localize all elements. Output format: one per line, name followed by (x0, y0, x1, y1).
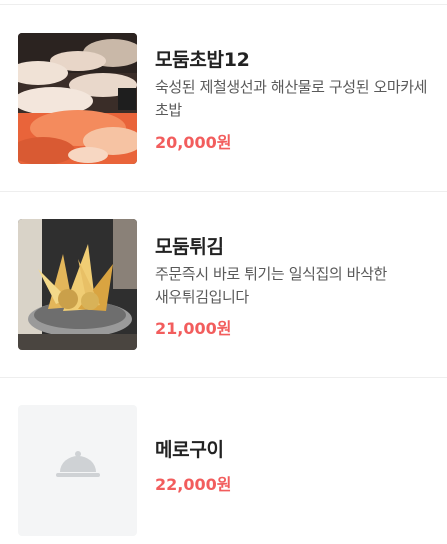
menu-item-mero-gui[interactable]: 메로구이 22,000원 (0, 377, 447, 544)
menu-item-name: 모둠튀김 (155, 236, 224, 258)
menu-item-description: 숙성된 제철생선과 해산물로 구성된 오마카세 초밥 (155, 78, 428, 119)
menu-item-modum-twigim[interactable]: 모둠튀김 주문즉시 바로 튀기는 일식집의 바삭한 새우튀김입니다 21,000… (0, 191, 447, 377)
menu-item-price: 21,000원 (155, 319, 232, 338)
menu-item-description: 주문즉시 바로 튀기는 일식집의 바삭한 새우튀김입니다 (155, 265, 387, 306)
menu-item-price: 20,000원 (155, 133, 232, 152)
sushi-photo (18, 33, 137, 164)
menu-item-name: 모둠초밥12 (155, 49, 250, 71)
menu-item-modum-chobap[interactable]: 모둠초밥12 숙성된 제철생선과 해산물로 구성된 오마카세 초밥 20,000… (0, 5, 447, 191)
menu-list: 모둠초밥12 숙성된 제철생선과 해산물로 구성된 오마카세 초밥 20,000… (0, 0, 447, 544)
menu-item-name: 메로구이 (155, 439, 224, 461)
tempura-photo (18, 219, 137, 350)
image-placeholder (18, 405, 137, 536)
dish-cover-icon (56, 450, 100, 480)
menu-item-price: 22,000원 (155, 475, 232, 494)
